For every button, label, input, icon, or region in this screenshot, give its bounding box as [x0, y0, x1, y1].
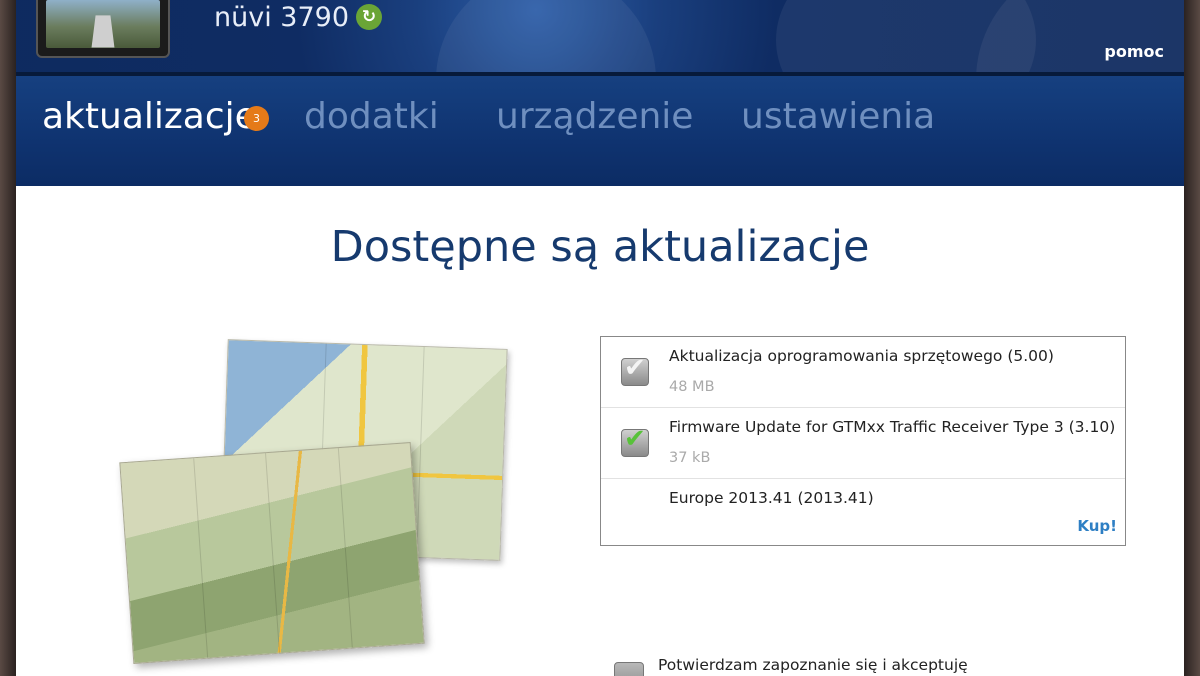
device-name: nüvi 3790 — [214, 2, 349, 33]
update-title: Firmware Update for GTMxx Traffic Receiv… — [669, 418, 1116, 436]
header: nüvi 3790 ↻ pomoc — [16, 0, 1184, 72]
tab-ustawienia[interactable]: ustawienia — [741, 96, 935, 137]
update-item[interactable]: ✔ Aktualizacja oprogramowania sprzętoweg… — [601, 337, 1125, 408]
buy-link[interactable]: Kup! — [1077, 517, 1117, 535]
agreement-label: Potwierdzam zapoznanie się i akceptuję — [658, 656, 968, 674]
agreement-checkbox[interactable] — [614, 662, 644, 676]
main-nav: aktualizacje 3 dodatki urządzenie ustawi… — [16, 76, 1184, 186]
update-title: Aktualizacja oprogramowania sprzętowego … — [669, 347, 1054, 365]
header-decoration — [976, 0, 1184, 72]
map-fold — [415, 347, 425, 557]
tab-dodatki[interactable]: dodatki — [304, 96, 439, 137]
window-frame-right — [1184, 0, 1200, 676]
checkmark-icon: ✔ — [624, 424, 646, 454]
help-link[interactable]: pomoc — [1104, 42, 1164, 61]
maps-illustration — [119, 332, 526, 672]
device-road — [91, 15, 115, 48]
device-screen — [46, 0, 160, 48]
update-size: 37 kB — [669, 450, 711, 466]
updates-list: ✔ Aktualizacja oprogramowania sprzętoweg… — [600, 336, 1126, 546]
update-item: Europe 2013.41 (2013.41) Kup! — [601, 479, 1125, 545]
update-item[interactable]: ✔ Firmware Update for GTMxx Traffic Rece… — [601, 408, 1125, 479]
update-size: 48 MB — [669, 379, 715, 395]
updates-count-badge: 3 — [244, 106, 269, 131]
device-image — [36, 0, 170, 58]
sync-icon[interactable]: ↻ — [356, 4, 382, 30]
window-frame-left — [0, 0, 16, 676]
page-title: Dostępne są aktualizacje — [330, 222, 870, 272]
app-window: nüvi 3790 ↻ pomoc aktualizacje 3 dodatki… — [16, 0, 1184, 676]
tab-aktualizacje[interactable]: aktualizacje — [42, 96, 257, 137]
map-fold — [192, 458, 208, 658]
update-checkbox[interactable]: ✔ — [621, 353, 649, 386]
map-fold — [265, 453, 280, 653]
checkmark-icon: ✔ — [624, 353, 646, 383]
map-fold — [337, 448, 353, 648]
main-content: Dostępne są aktualizacje ✔ Aktualizacja … — [16, 186, 1184, 676]
tab-urzadzenie[interactable]: urządzenie — [496, 96, 693, 137]
map-image-front — [119, 442, 425, 664]
update-checkbox[interactable]: ✔ — [621, 424, 649, 457]
header-decoration — [436, 0, 656, 72]
update-title: Europe 2013.41 (2013.41) — [669, 489, 874, 507]
